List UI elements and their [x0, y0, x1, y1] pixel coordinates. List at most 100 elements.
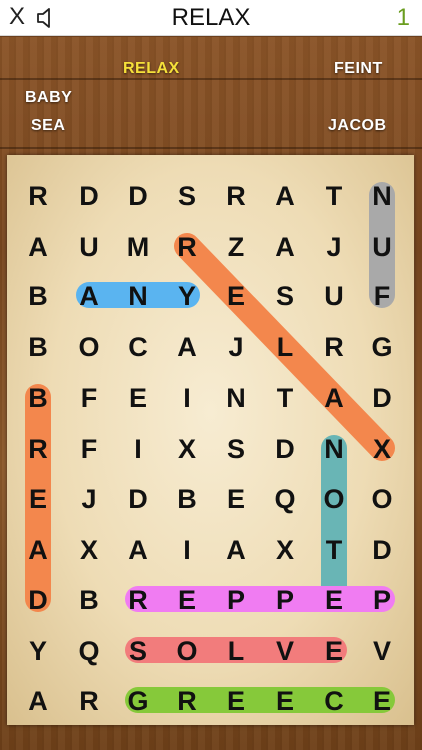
top-bar: X RELAX 1 — [0, 0, 422, 36]
grid-letter[interactable]: Z — [228, 232, 245, 262]
grid-letter[interactable]: L — [228, 636, 245, 666]
grid-letter[interactable]: E — [325, 585, 343, 615]
grid-letter[interactable]: R — [28, 434, 48, 464]
grid-letter[interactable]: E — [178, 585, 196, 615]
grid-letter[interactable]: I — [183, 535, 191, 565]
grid-letter[interactable]: S — [276, 281, 294, 311]
grid-letter[interactable]: D — [28, 585, 48, 615]
grid-letter[interactable]: T — [326, 181, 343, 211]
grid-letter[interactable]: A — [275, 232, 295, 262]
word-feint: FEINT — [334, 60, 383, 77]
grid-letter[interactable]: Q — [274, 484, 295, 514]
grid-letter[interactable]: Q — [78, 636, 99, 666]
grid-letter[interactable]: P — [373, 585, 391, 615]
grid-letter[interactable]: X — [80, 535, 98, 565]
grid-letter[interactable]: E — [227, 281, 245, 311]
grid-letter[interactable]: X — [178, 434, 196, 464]
grid-letter[interactable]: A — [226, 535, 246, 565]
grid-letter[interactable]: Y — [29, 636, 47, 666]
grid-letter[interactable]: E — [373, 686, 391, 716]
grid-letter[interactable]: A — [177, 332, 197, 362]
grid-letter[interactable]: V — [276, 636, 294, 666]
grid-letter[interactable]: R — [28, 181, 48, 211]
word-current: RELAX — [123, 60, 180, 77]
grid-letter[interactable]: T — [277, 383, 294, 413]
grid-letter[interactable]: B — [28, 281, 48, 311]
grid-letter[interactable]: A — [28, 535, 48, 565]
letter-board[interactable]: RDDSRATNAUMRZAJUBANYESUFBOCAJLRGBFEINTAD… — [7, 155, 414, 725]
grid-letter[interactable]: A — [28, 686, 48, 716]
grid-letter[interactable]: S — [129, 636, 147, 666]
grid-letter[interactable]: S — [227, 434, 245, 464]
grid-letter[interactable]: X — [276, 535, 294, 565]
grid-letter[interactable]: R — [128, 585, 148, 615]
grid-letter[interactable]: D — [372, 383, 392, 413]
speaker-muted-icon[interactable] — [36, 6, 58, 30]
grid-letter[interactable]: E — [276, 686, 294, 716]
grid-letter[interactable]: I — [134, 434, 142, 464]
grid-letter[interactable]: R — [177, 232, 197, 262]
grid-letter[interactable]: G — [371, 332, 392, 362]
letter-grid[interactable]: R D D S R A T NA U M R Z A J UB A N Y E S U FB O C A J L R GB F E I N T A D… — [7, 155, 414, 725]
grid-letter[interactable]: C — [324, 686, 344, 716]
grid-letter[interactable]: R — [177, 686, 197, 716]
grid-letter[interactable]: M — [127, 232, 150, 262]
grid-letter[interactable]: R — [79, 686, 99, 716]
grid-letter[interactable]: E — [29, 484, 47, 514]
grid-letter[interactable]: P — [227, 585, 245, 615]
grid-letter[interactable]: R — [226, 181, 246, 211]
grid-letter[interactable]: J — [228, 332, 243, 362]
grid-letter[interactable]: D — [128, 484, 148, 514]
grid-letter[interactable]: P — [276, 585, 294, 615]
grid-letter[interactable]: D — [79, 181, 99, 211]
grid-letter[interactable]: G — [127, 686, 148, 716]
grid-letter[interactable]: F — [374, 281, 391, 311]
grid-letter[interactable]: E — [227, 484, 245, 514]
grid-letter[interactable]: E — [227, 686, 245, 716]
found-counter: 1 — [396, 4, 410, 31]
grid-letter[interactable]: A — [79, 281, 99, 311]
grid-letter[interactable]: D — [128, 181, 148, 211]
grid-letter[interactable]: V — [373, 636, 391, 666]
grid-letter[interactable]: O — [371, 484, 392, 514]
grid-letter[interactable]: L — [277, 332, 294, 362]
grid-letter[interactable]: D — [372, 535, 392, 565]
grid-letter[interactable]: A — [275, 181, 295, 211]
grid-letter[interactable]: N — [324, 434, 344, 464]
grid-letter[interactable]: B — [79, 585, 99, 615]
grid-letter[interactable]: C — [128, 332, 148, 362]
grid-letter[interactable]: O — [78, 332, 99, 362]
plank-divider — [0, 78, 422, 80]
grid-letter[interactable]: A — [28, 232, 48, 262]
grid-letter[interactable]: U — [372, 232, 392, 262]
grid-letter[interactable]: A — [324, 383, 344, 413]
page-title: RELAX — [171, 4, 251, 31]
grid-letter[interactable]: B — [28, 383, 48, 413]
grid-letter[interactable]: N — [226, 383, 246, 413]
grid-letter[interactable]: T — [326, 535, 343, 565]
grid-letter[interactable]: Y — [178, 281, 196, 311]
grid-letter[interactable]: N — [128, 281, 148, 311]
grid-letter[interactable]: O — [176, 636, 197, 666]
word-jacob: JACOB — [328, 117, 387, 134]
grid-letter[interactable]: J — [81, 484, 96, 514]
grid-letter[interactable]: E — [325, 636, 343, 666]
grid-letter[interactable]: R — [324, 332, 344, 362]
grid-letter[interactable]: O — [323, 484, 344, 514]
grid-letter[interactable]: J — [326, 232, 341, 262]
grid-letter[interactable]: E — [129, 383, 147, 413]
grid-letter[interactable]: B — [28, 332, 48, 362]
grid-letter[interactable]: D — [275, 434, 295, 464]
close-button[interactable]: X — [6, 3, 28, 31]
grid-letter[interactable]: F — [81, 383, 98, 413]
grid-letter[interactable]: B — [177, 484, 197, 514]
plank-divider — [0, 147, 422, 149]
grid-letter[interactable]: F — [81, 434, 98, 464]
grid-letter[interactable]: I — [183, 383, 191, 413]
grid-letter[interactable]: U — [79, 232, 99, 262]
grid-letter[interactable]: U — [324, 281, 344, 311]
grid-letter[interactable]: N — [372, 181, 392, 211]
grid-letter[interactable]: A — [128, 535, 148, 565]
grid-letter[interactable]: X — [373, 434, 391, 464]
grid-letter[interactable]: S — [178, 181, 196, 211]
